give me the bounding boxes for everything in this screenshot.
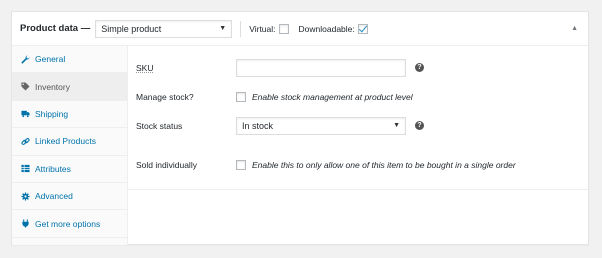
chevron-down-icon: ▼ bbox=[393, 122, 400, 129]
tab-general[interactable]: General bbox=[12, 46, 127, 74]
product-data-header: Product data — Simple product ▼ Virtual:… bbox=[12, 12, 588, 46]
link-icon bbox=[20, 136, 30, 146]
wrench-icon bbox=[20, 54, 30, 64]
downloadable-checkbox[interactable] bbox=[357, 23, 368, 34]
header-separator bbox=[240, 20, 242, 37]
sku-help-icon[interactable]: ? bbox=[415, 63, 424, 72]
stock-status-help-icon[interactable]: ? bbox=[415, 121, 424, 130]
sold-individually-description: Enable this to only allow one of this it… bbox=[252, 159, 516, 170]
stock-status-label: Stock status bbox=[136, 120, 183, 131]
chevron-down-icon: ▼ bbox=[219, 25, 227, 32]
sku-label: SKU bbox=[136, 62, 154, 73]
tag-icon bbox=[20, 82, 30, 92]
table-icon bbox=[20, 164, 30, 174]
product-data-box: Product data — Simple product ▼ Virtual:… bbox=[11, 11, 589, 245]
tab-get-more-options-label: Get more options bbox=[35, 218, 101, 229]
sku-row: SKU ? bbox=[128, 53, 588, 82]
tab-linked-products[interactable]: Linked Products bbox=[12, 128, 127, 156]
sold-individually-label: Sold individually bbox=[136, 159, 197, 170]
tab-shipping[interactable]: Shipping bbox=[12, 101, 127, 129]
sold-individually-row: Sold individually Enable this to only al… bbox=[128, 150, 588, 179]
tab-linked-products-label: Linked Products bbox=[35, 136, 96, 147]
tab-attributes-label: Attributes bbox=[35, 163, 71, 174]
section-divider bbox=[128, 189, 588, 190]
downloadable-label: Downloadable: bbox=[298, 23, 355, 34]
tab-inventory[interactable]: Inventory bbox=[12, 73, 127, 101]
downloadable-option[interactable]: Downloadable: bbox=[298, 23, 368, 34]
manage-stock-row: Manage stock? Enable stock management at… bbox=[128, 82, 588, 111]
tab-shipping-label: Shipping bbox=[35, 108, 69, 119]
tab-inventory-label: Inventory bbox=[35, 81, 70, 92]
tab-advanced[interactable]: Advanced bbox=[12, 183, 127, 211]
tab-general-label: General bbox=[35, 54, 66, 65]
virtual-option[interactable]: Virtual: bbox=[249, 23, 289, 34]
tab-get-more-options[interactable]: Get more options bbox=[12, 210, 127, 238]
product-type-select[interactable]: Simple product ▼ bbox=[95, 19, 233, 38]
gear-icon bbox=[20, 191, 30, 201]
stock-status-row: Stock status In stock ▼ ? bbox=[128, 111, 588, 140]
truck-icon bbox=[20, 109, 30, 119]
product-data-tabs: General Inventory Shipping Linked Produc… bbox=[12, 46, 128, 245]
virtual-label: Virtual: bbox=[249, 23, 276, 34]
product-type-value: Simple product bbox=[101, 23, 162, 34]
sold-individually-checkbox[interactable] bbox=[236, 159, 246, 170]
virtual-checkbox[interactable] bbox=[278, 23, 289, 34]
product-data-title: Product data — bbox=[20, 23, 91, 34]
manage-stock-description: Enable stock management at product level bbox=[252, 91, 413, 102]
stock-status-select[interactable]: In stock ▼ bbox=[236, 116, 406, 135]
collapse-toggle-icon[interactable]: ▲ bbox=[571, 25, 578, 32]
stock-status-value: In stock bbox=[242, 120, 274, 131]
tab-advanced-label: Advanced bbox=[35, 191, 73, 202]
inventory-panel: SKU ? Manage stock? Enable stock managem… bbox=[128, 46, 588, 245]
product-data-body: General Inventory Shipping Linked Produc… bbox=[12, 46, 588, 245]
manage-stock-label: Manage stock? bbox=[136, 91, 194, 102]
sku-input[interactable] bbox=[236, 58, 406, 77]
manage-stock-checkbox[interactable] bbox=[236, 91, 246, 102]
tab-attributes[interactable]: Attributes bbox=[12, 156, 127, 183]
plugin-icon bbox=[20, 219, 30, 229]
